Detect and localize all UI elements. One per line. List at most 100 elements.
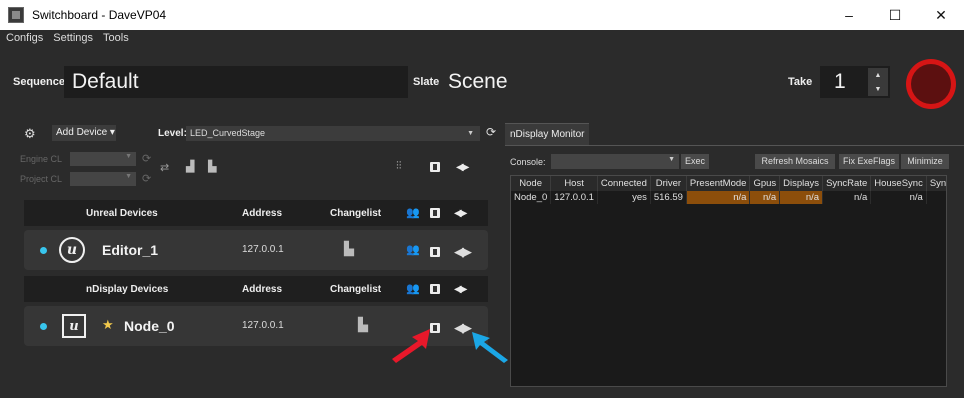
app-icon — [8, 7, 24, 23]
record-button[interactable] — [906, 59, 956, 109]
users-icon[interactable]: 👥 — [406, 282, 420, 295]
gear-icon[interactable]: ⚙ — [24, 126, 36, 142]
menu-tools[interactable]: Tools — [103, 32, 129, 44]
engine-cl-select[interactable]: ▼ — [70, 152, 136, 166]
refresh-icon[interactable]: ⟳ — [486, 125, 496, 139]
start-icon[interactable] — [430, 245, 440, 260]
cell-host: 127.0.0.1 — [550, 191, 598, 204]
title-bar: Switchboard - DaveVP04 – ☐ ✕ — [0, 0, 964, 30]
engine-cl-label: Engine CL — [20, 154, 63, 164]
chevron-down-icon: ▼ — [125, 173, 132, 180]
menu-settings[interactable]: Settings — [53, 32, 93, 44]
ndisplay-devices-title: nDisplay Devices — [86, 284, 169, 295]
col-housesync[interactable]: HouseSync — [870, 176, 927, 191]
sequence-label: Sequence — [13, 76, 65, 88]
start-all-icon[interactable] — [430, 162, 440, 175]
menu-bar: Configs Settings Tools — [0, 30, 964, 46]
col-host[interactable]: Host — [550, 176, 598, 191]
spin-down-icon[interactable]: ▼ — [875, 86, 882, 93]
level-label: Level: — [158, 128, 187, 139]
take-spinner[interactable]: ▲ ▼ — [868, 68, 888, 96]
address-header: Address — [242, 208, 283, 219]
changelist-header: Changelist — [330, 284, 382, 295]
cell-housesync: n/a — [870, 191, 927, 204]
console-input[interactable]: ▼ — [551, 154, 679, 169]
col-presentmode[interactable]: PresentMode — [686, 176, 751, 191]
device-row-editor-1[interactable]: u Editor_1 127.0.0.1 ▙ 👥 ◀▶ — [24, 230, 488, 270]
ndisplay-logo-icon: u — [62, 314, 86, 338]
address-header: Address — [242, 284, 283, 295]
table-row[interactable]: Node_0 127.0.0.1 yes 516.59 n/a n/a n/a … — [511, 191, 946, 204]
users-icon[interactable]: 👥 — [406, 206, 420, 219]
unreal-devices-title: Unreal Devices — [86, 208, 158, 219]
close-button[interactable]: ✕ — [918, 0, 964, 30]
status-dot — [40, 247, 47, 254]
cell-syncrate: n/a — [822, 191, 872, 204]
ndisplay-devices-header: nDisplay Devices Address Changelist 👥 ◀▶ — [24, 276, 488, 302]
sequence-field[interactable]: Default — [64, 66, 408, 98]
project-cl-label: Project CL — [20, 174, 63, 184]
connect-all-icon[interactable]: ◀▶ — [456, 162, 469, 173]
device-address: 127.0.0.1 — [242, 244, 284, 255]
window-title: Switchboard - DaveVP04 — [32, 8, 167, 22]
connect-icon[interactable]: ◀▶ — [454, 244, 472, 260]
vertical-scrollbar[interactable] — [947, 175, 959, 387]
project-cl-row: Project CL ▼ ⟳ — [10, 172, 500, 188]
level-select[interactable]: LED_CurvedStage ▼ — [186, 126, 480, 141]
chevron-down-icon: ▼ — [125, 153, 132, 160]
col-node[interactable]: Node — [511, 176, 552, 191]
start-icon[interactable] — [430, 208, 440, 221]
unreal-logo-icon: u — [59, 237, 85, 263]
cell-connected: yes — [597, 191, 651, 204]
build-icon[interactable]: ▙ — [208, 160, 216, 173]
add-device-button[interactable]: Add Device ▾ — [52, 125, 116, 141]
build-icon[interactable]: ▙ — [358, 317, 368, 333]
col-gpus[interactable]: Gpus — [749, 176, 781, 191]
changelist-header: Changelist — [330, 208, 382, 219]
build-icon[interactable]: ▙ — [344, 241, 354, 257]
col-connected[interactable]: Connected — [597, 176, 651, 191]
connect-icon[interactable]: ◀▶ — [454, 208, 467, 219]
swap-icon[interactable]: ⇄ — [160, 161, 169, 174]
blue-arrow-annotation — [472, 332, 508, 363]
red-arrow-annotation — [392, 329, 430, 363]
chevron-down-icon: ▼ — [668, 156, 675, 163]
users-icon[interactable]: 👥 — [406, 243, 420, 256]
minimize-button[interactable]: – — [826, 0, 872, 30]
tab-divider — [505, 145, 964, 146]
monitor-table: Node Host Connected Driver PresentMode G… — [510, 175, 947, 387]
maximize-button[interactable]: ☐ — [872, 0, 918, 30]
cell-presentmode: n/a — [686, 191, 751, 204]
sliders-icon[interactable]: ⫶⫶ — [396, 160, 402, 173]
col-syncrate[interactable]: SyncRate — [822, 176, 872, 191]
tab-ndisplay-monitor[interactable]: nDisplay Monitor — [505, 123, 589, 145]
col-displays[interactable]: Displays — [779, 176, 824, 191]
cell-node: Node_0 — [511, 191, 552, 204]
menu-configs[interactable]: Configs — [6, 32, 43, 44]
sync-icon[interactable]: ▟ — [186, 160, 194, 173]
start-icon[interactable] — [430, 284, 440, 297]
refresh-icon[interactable]: ⟳ — [142, 152, 151, 165]
exec-button[interactable]: Exec — [681, 154, 709, 169]
col-driver[interactable]: Driver — [650, 176, 687, 191]
slate-field[interactable]: Scene — [442, 66, 514, 98]
device-name: Node_0 — [124, 318, 175, 334]
console-label: Console: — [510, 157, 546, 167]
fix-exeflags-button[interactable]: Fix ExeFlags — [839, 154, 899, 169]
col-sync[interactable]: Sync — [926, 176, 946, 191]
status-dot — [40, 323, 47, 330]
header: Sequence Default Slate Scene Take 1 ▲ ▼ — [0, 46, 964, 120]
cell-driver: 516.59 — [650, 191, 687, 204]
devices-toolbar: ⚙ Add Device ▾ Level: LED_CurvedStage ▼ … — [10, 120, 500, 146]
connect-icon[interactable]: ◀▶ — [454, 320, 472, 336]
refresh-icon[interactable]: ⟳ — [142, 172, 151, 185]
minimize-monitor-button[interactable]: Minimize — [901, 154, 949, 169]
project-cl-select[interactable]: ▼ — [70, 172, 136, 186]
unreal-devices-header: Unreal Devices Address Changelist 👥 ◀▶ — [24, 200, 488, 226]
connect-icon[interactable]: ◀▶ — [454, 284, 467, 295]
take-label: Take — [788, 76, 813, 88]
device-name: Editor_1 — [102, 242, 159, 258]
spin-up-icon[interactable]: ▲ — [875, 72, 882, 79]
cell-gpus: n/a — [749, 191, 781, 204]
refresh-mosaics-button[interactable]: Refresh Mosaics — [755, 154, 835, 169]
